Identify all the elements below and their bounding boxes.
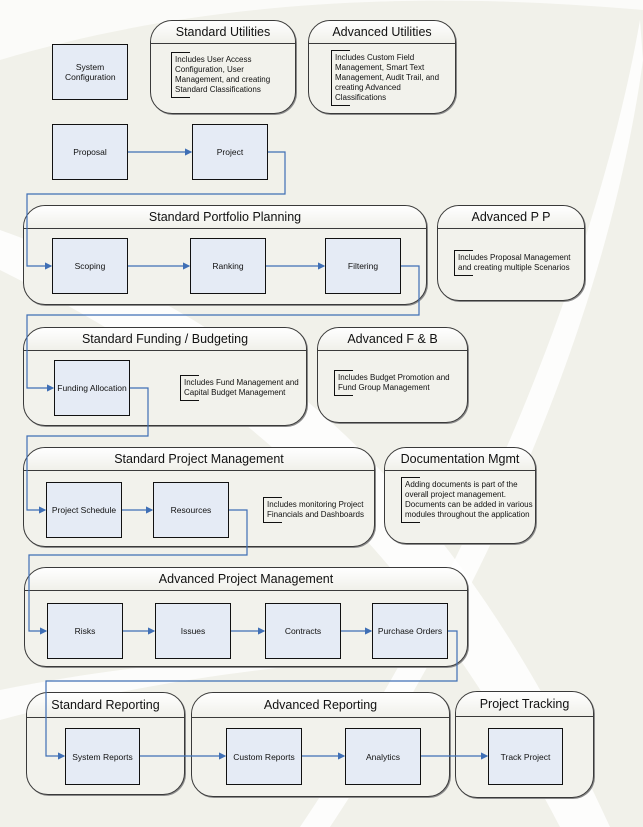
note-bracket: [180, 375, 199, 401]
note-bracket: [401, 477, 420, 523]
resources-box[interactable]: Resources: [153, 482, 229, 538]
advanced-utilities-group: Advanced Utilities Includes Custom Field…: [308, 20, 456, 114]
documentation-mgmt-group: Documentation Mgmt Adding documents is p…: [384, 447, 536, 544]
project-box[interactable]: Project: [192, 124, 268, 180]
advanced-pm-title: Advanced Project Management: [25, 568, 467, 591]
standard-portfolio-planning-title: Standard Portfolio Planning: [24, 206, 426, 229]
funding-allocation-label: Funding Allocation: [57, 383, 127, 393]
contracts-box[interactable]: Contracts: [265, 603, 341, 659]
note-bracket: [263, 497, 282, 523]
advanced-fb-group: Advanced F & B Includes Budget Promotion…: [317, 327, 468, 423]
scoping-box[interactable]: Scoping: [52, 238, 128, 294]
standard-utilities-note: Includes User Access Configuration, User…: [171, 52, 293, 98]
filtering-box[interactable]: Filtering: [325, 238, 401, 294]
project-schedule-box[interactable]: Project Schedule: [46, 482, 122, 538]
system-configuration-box[interactable]: System Configuration: [52, 44, 128, 100]
note-bracket: [171, 52, 190, 98]
ranking-label: Ranking: [212, 261, 244, 271]
advanced-utilities-note: Includes Custom Field Management, Smart …: [331, 50, 451, 106]
proposal-box[interactable]: Proposal: [52, 124, 128, 180]
note-bracket: [454, 250, 473, 276]
standard-funding-title: Standard Funding / Budgeting: [24, 328, 306, 351]
advanced-pp-note: Includes Proposal Management and creatin…: [454, 250, 584, 276]
standard-pm-note: Includes monitoring Project Financials a…: [263, 497, 377, 523]
standard-pm-title: Standard Project Management: [24, 448, 374, 471]
project-label: Project: [216, 147, 244, 157]
advanced-fb-title: Advanced F & B: [318, 328, 467, 351]
advanced-pp-title: Advanced P P: [438, 206, 584, 229]
purchase-orders-box[interactable]: Purchase Orders: [372, 603, 448, 659]
advanced-reporting-title: Advanced Reporting: [192, 693, 449, 718]
standard-utilities-group: Standard Utilities Includes User Access …: [150, 20, 296, 114]
track-project-box[interactable]: Track Project: [488, 728, 563, 785]
note-bracket: [331, 50, 350, 106]
advanced-pp-group: Advanced P P Includes Proposal Managemen…: [437, 205, 585, 301]
documentation-mgmt-note: Adding documents is part of the overall …: [401, 477, 535, 523]
contracts-label: Contracts: [284, 626, 322, 636]
system-reports-box[interactable]: System Reports: [65, 728, 140, 785]
resources-label: Resources: [170, 505, 212, 515]
standard-funding-note: Includes Fund Management and Capital Bud…: [180, 375, 310, 401]
documentation-mgmt-title: Documentation Mgmt: [385, 448, 535, 471]
funding-allocation-box[interactable]: Funding Allocation: [54, 360, 130, 416]
risks-box[interactable]: Risks: [47, 603, 123, 659]
analytics-box[interactable]: Analytics: [345, 728, 421, 785]
custom-reports-label: Custom Reports: [233, 751, 295, 762]
purchase-orders-label: Purchase Orders: [377, 626, 443, 636]
system-configuration-label: System Configuration: [65, 62, 116, 82]
proposal-label: Proposal: [73, 147, 107, 157]
scoping-label: Scoping: [74, 261, 106, 271]
analytics-label: Analytics: [365, 751, 400, 762]
advanced-utilities-title: Advanced Utilities: [309, 21, 455, 44]
custom-reports-box[interactable]: Custom Reports: [226, 728, 302, 785]
system-reports-label: System Reports: [72, 751, 133, 762]
issues-box[interactable]: Issues: [155, 603, 231, 659]
filtering-label: Filtering: [347, 261, 379, 271]
track-project-label: Track Project: [500, 751, 551, 762]
standard-utilities-title: Standard Utilities: [151, 21, 295, 44]
ranking-box[interactable]: Ranking: [190, 238, 266, 294]
project-schedule-label: Project Schedule: [51, 505, 117, 515]
note-bracket: [334, 370, 353, 396]
project-tracking-title: Project Tracking: [456, 692, 593, 717]
advanced-fb-note: Includes Budget Promotion and Fund Group…: [334, 370, 466, 396]
standard-reporting-title: Standard Reporting: [27, 693, 184, 718]
risks-label: Risks: [74, 626, 96, 636]
issues-label: Issues: [180, 626, 206, 636]
